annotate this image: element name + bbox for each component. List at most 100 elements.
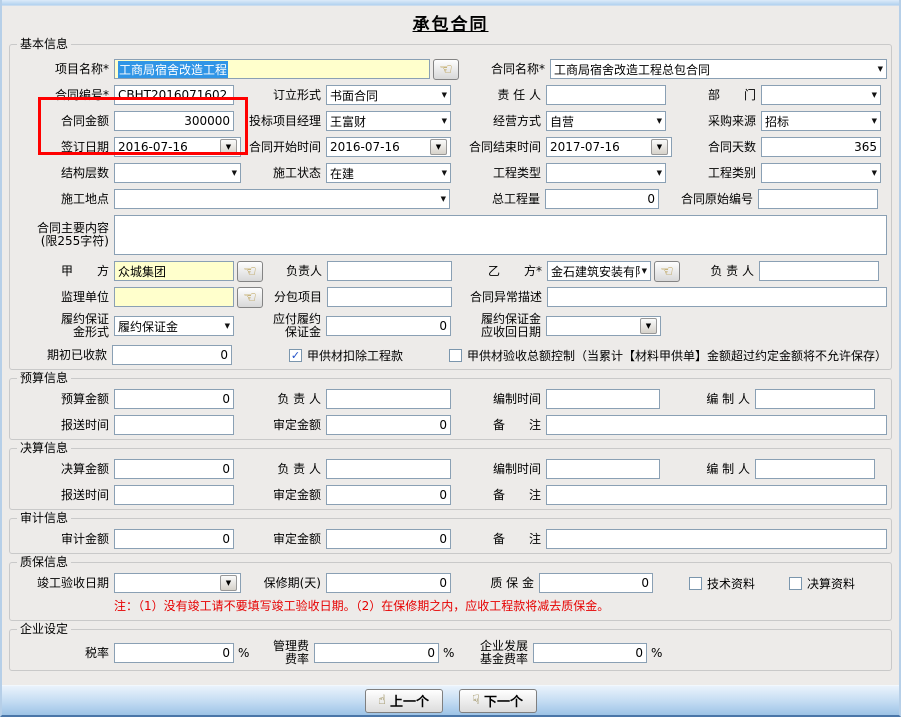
abnormal-desc-input[interactable] [547, 287, 887, 307]
contract-name-select[interactable]: 工商局宿舍改造工程总包合同 ▼ [550, 59, 887, 79]
budget-amount-label: 预算金额 [14, 393, 114, 406]
contract-days-input[interactable] [761, 137, 881, 157]
initial-received-input[interactable] [112, 345, 232, 365]
acceptance-date-picker[interactable]: ▼ [114, 573, 241, 593]
chevron-down-icon: ▼ [440, 170, 447, 177]
bond-form-select[interactable]: 履约保证金 ▼ [114, 316, 234, 336]
tech-doc-checkbox[interactable] [689, 577, 702, 590]
bid-manager-select[interactable]: 王富财 ▼ [326, 111, 451, 131]
end-date-picker[interactable]: 2017-07-16 ▼ [546, 137, 672, 157]
department-select[interactable]: ▼ [761, 85, 881, 105]
budget-submit-time-input[interactable] [114, 415, 234, 435]
supervisor-lookup-button[interactable]: ☜ [237, 287, 263, 308]
mgmt-fee-rate-label: 管理费 费率 [250, 640, 314, 665]
project-type-select[interactable]: ▼ [546, 163, 666, 183]
final-doc-checkbox[interactable] [789, 577, 802, 590]
abnormal-desc-label: 合同异常描述 [452, 291, 547, 304]
chevron-down-icon: ▼ [226, 580, 231, 587]
final-approved-label: 审定金额 [234, 489, 326, 502]
section-final-legend: 决算信息 [17, 441, 71, 455]
page-title: 承包合同 [2, 6, 899, 36]
project-name-field[interactable]: 工商局宿舍改造工程 [114, 59, 430, 79]
contract-name-value: 工商局宿舍改造工程总包合同 [554, 61, 876, 78]
chevron-down-icon: ▼ [226, 144, 231, 151]
bond-payable-input[interactable] [326, 316, 451, 336]
construction-status-select[interactable]: 在建 ▼ [326, 163, 451, 183]
final-submit-time-label: 报送时间 [14, 489, 114, 502]
section-warranty-legend: 质保信息 [17, 555, 71, 569]
calendar-dropdown-button[interactable]: ▼ [430, 139, 447, 155]
sign-date-picker[interactable]: 2016-07-16 ▼ [114, 137, 241, 157]
party-b-select[interactable]: 金石建筑安装有限公司 ▼ [547, 261, 651, 281]
final-head-input[interactable] [326, 459, 451, 479]
dev-fund-rate-input[interactable] [533, 643, 647, 663]
contract-days-label: 合同天数 [672, 141, 761, 154]
original-no-input[interactable] [758, 189, 878, 209]
prev-button[interactable]: ☝ 上一个 [365, 689, 443, 713]
budget-head-input[interactable] [326, 389, 451, 409]
budget-compile-time-input[interactable] [546, 389, 660, 409]
total-quantity-label: 总工程量 [450, 193, 545, 206]
party-b-lookup-button[interactable]: ☜ [654, 261, 680, 282]
contract-amount-input[interactable] [114, 111, 234, 131]
start-date-picker[interactable]: 2016-07-16 ▼ [326, 137, 451, 157]
calendar-dropdown-button[interactable]: ▼ [640, 318, 657, 334]
sign-date-label: 签订日期 [14, 141, 114, 154]
form-type-select[interactable]: 书面合同 ▼ [326, 85, 451, 105]
calendar-dropdown-button[interactable]: ▼ [220, 575, 237, 591]
budget-approved-input[interactable] [326, 415, 451, 435]
party-b-head-input[interactable] [759, 261, 879, 281]
procurement-source-select[interactable]: 招标 ▼ [761, 111, 881, 131]
operation-mode-select[interactable]: 自营 ▼ [546, 111, 666, 131]
project-class-select[interactable]: ▼ [761, 163, 881, 183]
supervisor-field[interactable] [114, 287, 234, 307]
final-amount-label: 决算金额 [14, 463, 114, 476]
prev-button-label: 上一个 [390, 691, 429, 710]
contract-name-label: 合同名称* [459, 63, 550, 76]
final-approved-input[interactable] [326, 485, 451, 505]
final-compiler-input[interactable] [755, 459, 875, 479]
contract-no-input[interactable] [114, 85, 234, 105]
calendar-dropdown-button[interactable]: ▼ [220, 139, 237, 155]
final-submit-time-input[interactable] [114, 485, 234, 505]
final-compiler-label: 编 制 人 [660, 463, 755, 476]
project-lookup-button[interactable]: ☜ [433, 59, 459, 80]
responsible-input[interactable] [546, 85, 666, 105]
final-amount-input[interactable] [114, 459, 234, 479]
party-a-value: 众城集团 [118, 263, 166, 280]
hand-down-icon: ☟ [472, 693, 480, 708]
location-select[interactable]: ▼ [114, 189, 450, 209]
next-button[interactable]: ☟ 下一个 [459, 689, 537, 713]
total-quantity-input[interactable] [545, 189, 659, 209]
warranty-period-input[interactable] [326, 573, 451, 593]
bond-return-date-picker[interactable]: ▼ [546, 316, 661, 336]
subproject-input[interactable] [327, 287, 452, 307]
budget-amount-input[interactable] [114, 389, 234, 409]
chevron-down-icon: ▼ [657, 144, 662, 151]
budget-compiler-input[interactable] [755, 389, 875, 409]
party-a-head-input[interactable] [327, 261, 452, 281]
chevron-down-icon: ▼ [876, 66, 883, 73]
floors-select[interactable]: ▼ [114, 163, 241, 183]
main-content-textarea[interactable] [114, 215, 887, 255]
audit-approved-input[interactable] [326, 529, 451, 549]
budget-remark-input[interactable] [546, 415, 887, 435]
deduct-material-checkbox[interactable]: ✓ [289, 349, 302, 362]
material-control-checkbox[interactable] [449, 349, 462, 362]
budget-head-label: 负 责 人 [234, 393, 326, 406]
mgmt-fee-rate-input[interactable] [314, 643, 439, 663]
calendar-dropdown-button[interactable]: ▼ [651, 139, 668, 155]
final-remark-input[interactable] [546, 485, 887, 505]
final-head-label: 负 责 人 [234, 463, 326, 476]
procurement-source-value: 招标 [765, 113, 870, 130]
form-row: 履约保证 金形式 履约保证金 ▼ 应付履约 保证金 履约保证金 应收回日期 ▼ [14, 313, 887, 339]
audit-remark-input[interactable] [546, 529, 887, 549]
party-a-field[interactable]: 众城集团 [114, 261, 234, 281]
final-compile-time-input[interactable] [546, 459, 660, 479]
tax-rate-input[interactable] [114, 643, 234, 663]
procurement-source-label: 采购来源 [666, 115, 761, 128]
audit-amount-input[interactable] [114, 529, 234, 549]
warranty-deposit-input[interactable] [539, 573, 653, 593]
party-a-lookup-button[interactable]: ☜ [237, 261, 263, 282]
start-date-value: 2016-07-16 [330, 140, 430, 154]
